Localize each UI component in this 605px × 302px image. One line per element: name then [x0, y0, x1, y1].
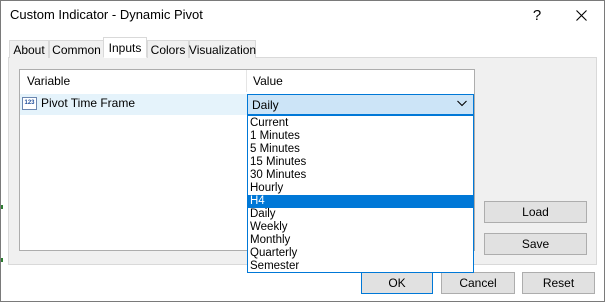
- reset-button-label: Reset: [542, 276, 575, 290]
- background-chart-sliver: [0, 258, 3, 262]
- tab-common[interactable]: Common: [49, 40, 104, 58]
- tab-about[interactable]: About: [9, 40, 49, 58]
- column-header-value[interactable]: Value: [253, 70, 453, 92]
- save-button-label: Save: [521, 237, 550, 251]
- dropdown-option-daily[interactable]: Daily: [248, 208, 473, 221]
- load-button[interactable]: Load: [484, 201, 587, 223]
- dropdown-option-quarterly[interactable]: Quarterly: [248, 247, 473, 260]
- parameter-type-icon: 123: [22, 97, 37, 110]
- background-chart-sliver: [0, 205, 3, 209]
- chevron-down-icon[interactable]: [457, 100, 467, 109]
- dropdown-option-h4[interactable]: H4: [248, 195, 473, 208]
- timeframe-dropdown[interactable]: Current 1 Minutes 5 Minutes 15 Minutes 3…: [247, 115, 474, 273]
- column-header-value-label: Value: [253, 74, 283, 88]
- dropdown-option-semester[interactable]: Semester: [248, 260, 473, 273]
- window-title: Custom Indicator - Dynamic Pivot: [10, 7, 203, 22]
- tab-colors-label: Colors: [150, 42, 186, 57]
- tab-inputs-label: Inputs: [108, 40, 142, 55]
- ok-button[interactable]: OK: [361, 272, 433, 294]
- tab-colors[interactable]: Colors: [147, 40, 189, 58]
- dropdown-option-5-minutes[interactable]: 5 Minutes: [248, 143, 473, 156]
- column-header-variable[interactable]: Variable: [27, 70, 245, 92]
- close-icon: [575, 9, 587, 21]
- combobox-selected-value: Daily: [252, 97, 279, 112]
- load-button-label: Load: [522, 205, 549, 219]
- ok-button-label: OK: [388, 276, 406, 290]
- cancel-button[interactable]: Cancel: [441, 272, 515, 294]
- dropdown-option-weekly[interactable]: Weekly: [248, 221, 473, 234]
- tab-inputs[interactable]: Inputs: [103, 37, 147, 58]
- dropdown-option-monthly[interactable]: Monthly: [248, 234, 473, 247]
- close-button[interactable]: [559, 0, 603, 30]
- tab-about-label: About: [13, 42, 45, 57]
- dropdown-option-1-minutes[interactable]: 1 Minutes: [248, 130, 473, 143]
- value-combobox[interactable]: Daily: [247, 94, 474, 115]
- cancel-button-label: Cancel: [459, 276, 497, 290]
- dropdown-option-current[interactable]: Current: [248, 117, 473, 130]
- help-icon: ?: [532, 6, 542, 24]
- dropdown-option-30-minutes[interactable]: 30 Minutes: [248, 169, 473, 182]
- save-button[interactable]: Save: [484, 233, 587, 255]
- dropdown-option-15-minutes[interactable]: 15 Minutes: [248, 156, 473, 169]
- help-button[interactable]: ?: [515, 0, 559, 30]
- reset-button[interactable]: Reset: [522, 272, 595, 294]
- dropdown-option-hourly[interactable]: Hourly: [248, 182, 473, 195]
- tab-common-label: Common: [52, 42, 101, 57]
- column-divider[interactable]: [246, 70, 247, 92]
- column-header-variable-label: Variable: [27, 74, 71, 88]
- tab-visualization-label: Visualization: [188, 42, 257, 57]
- variable-name: Pivot Time Frame: [41, 96, 136, 110]
- tab-visualization[interactable]: Visualization: [189, 40, 256, 58]
